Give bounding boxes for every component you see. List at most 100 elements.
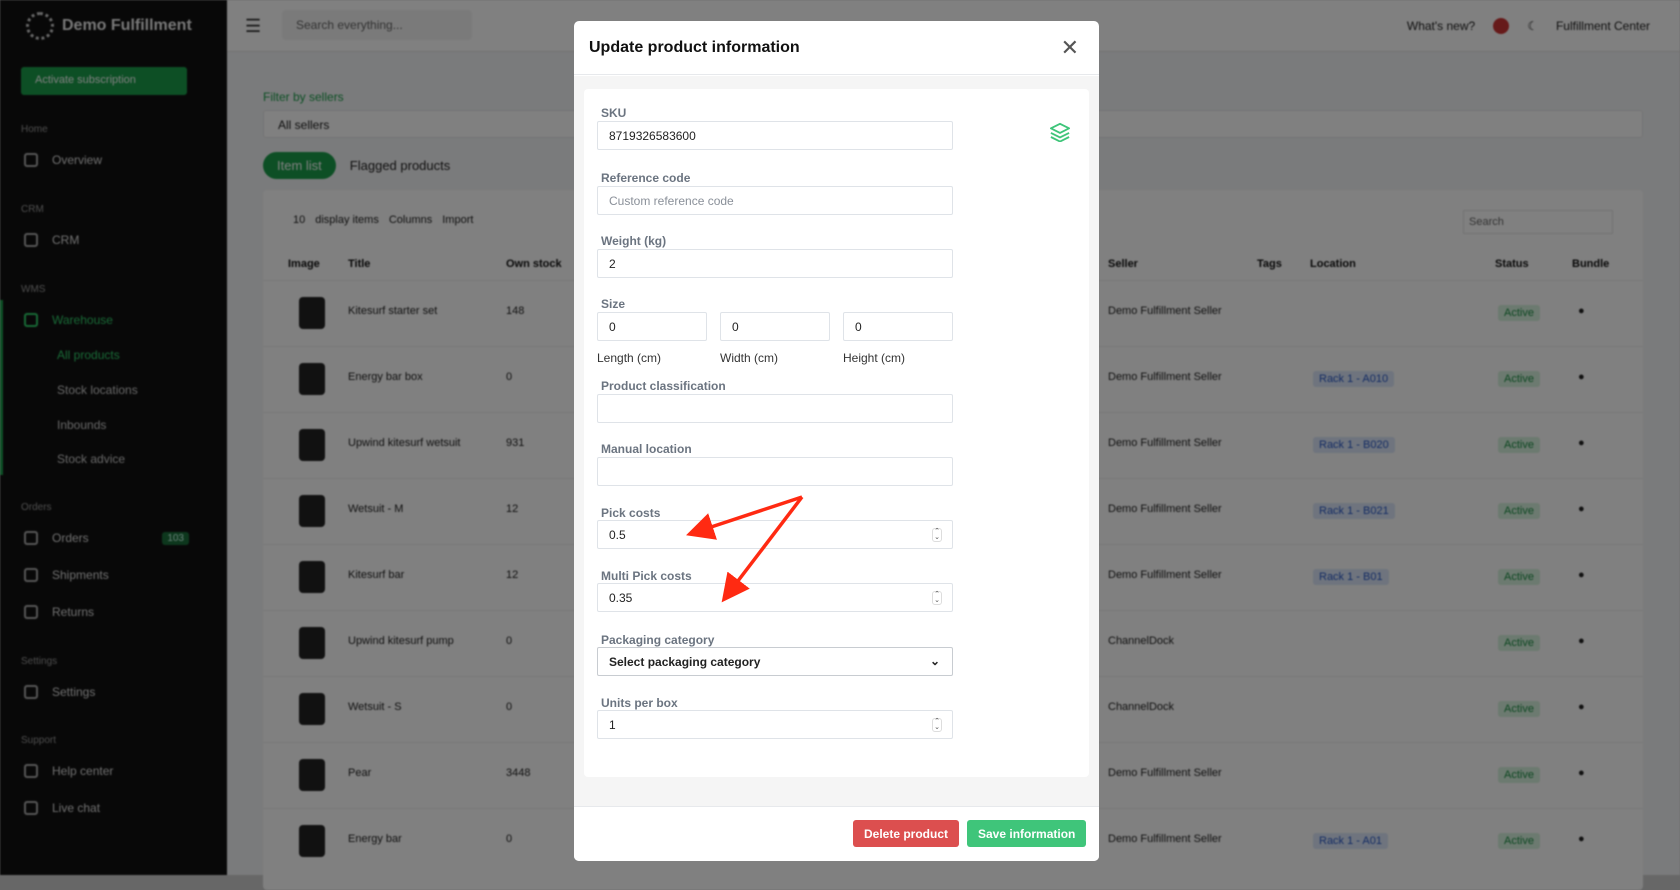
weight-input[interactable]: 2 <box>597 249 953 278</box>
stepper-icon[interactable]: ⌃ ⌄ <box>932 591 942 605</box>
active-indicator <box>0 300 3 475</box>
sidebar-item-warehouse[interactable]: Warehouse <box>24 313 209 327</box>
product-image <box>299 363 325 395</box>
height-input[interactable]: 0 <box>843 312 953 341</box>
packaging-value: Select packaging category <box>609 655 761 669</box>
save-information-button[interactable]: Save information <box>967 820 1087 847</box>
sidebar-subitem-inbounds[interactable]: Inbounds <box>57 418 106 432</box>
sku-input[interactable]: 8719326583600 <box>597 121 953 150</box>
stepper-icon[interactable]: ⌃ ⌄ <box>932 718 942 732</box>
per-page-select[interactable]: 10 <box>293 214 305 226</box>
sidebar-item-crm[interactable]: CRM <box>24 233 209 247</box>
product-image <box>299 561 325 593</box>
own-stock: 3448 <box>506 767 531 779</box>
activate-subscription-button[interactable]: Activate subscription <box>21 67 187 95</box>
packaging-label: Packaging category <box>601 633 715 647</box>
moon-icon[interactable]: ☾ <box>1527 19 1538 33</box>
product-title: Kitesurf bar <box>348 569 405 581</box>
account-menu[interactable]: Fulfillment Center <box>1556 19 1650 33</box>
whats-new-link[interactable]: What's new? <box>1407 19 1475 33</box>
seller: Demo Fulfillment Seller <box>1108 767 1222 779</box>
column-header[interactable]: Own stock <box>506 258 562 270</box>
reference-label: Reference code <box>601 171 691 185</box>
table-search-input[interactable]: Search <box>1463 210 1613 234</box>
classification-input[interactable] <box>597 394 953 423</box>
column-header[interactable]: Image <box>288 258 320 270</box>
length-label: Length (cm) <box>597 351 662 365</box>
sidebar-item-help[interactable]: Help center <box>24 764 209 778</box>
packaging-category-select[interactable]: Select packaging category ⌄ <box>597 647 953 676</box>
global-search-input[interactable]: Search everything... <box>282 10 472 40</box>
own-stock: 0 <box>506 701 513 713</box>
help-icon <box>24 764 38 778</box>
bundle-icon: ● <box>1578 635 1585 647</box>
column-header[interactable]: Bundle <box>1572 258 1609 270</box>
filter-label: Filter by sellers <box>263 90 344 104</box>
sidebar-item-orders[interactable]: Orders 103 <box>24 531 209 545</box>
label: Warehouse <box>52 313 113 327</box>
size-label: Size <box>601 297 626 311</box>
logo-icon <box>26 12 54 40</box>
brand-logo: Demo Fulfillment <box>26 12 192 40</box>
bundle-icon: ● <box>1578 701 1585 713</box>
seller: Demo Fulfillment Seller <box>1108 569 1222 581</box>
delete-product-button[interactable]: Delete product <box>853 820 960 847</box>
layers-icon[interactable] <box>1049 122 1071 142</box>
sidebar-item-returns[interactable]: Returns <box>24 605 209 619</box>
pick-costs-value: 0.5 <box>609 528 626 542</box>
sidebar-item-shipments[interactable]: Shipments <box>24 568 209 582</box>
sidebar-item-overview[interactable]: Overview <box>24 153 209 167</box>
units-per-box-input[interactable]: 1 ⌃ ⌄ <box>597 710 953 739</box>
stepper-icon[interactable]: ⌃ ⌄ <box>932 528 942 542</box>
pick-costs-input[interactable]: 0.5 ⌃ ⌄ <box>597 520 953 549</box>
label: CRM <box>52 233 80 247</box>
status-badge: Active <box>1498 635 1540 651</box>
product-title: Energy bar box <box>348 371 423 383</box>
columns-button[interactable]: Columns <box>389 214 432 226</box>
sidebar-item-settings[interactable]: Settings <box>24 685 209 699</box>
location-badge: Rack 1 - A010 <box>1313 371 1395 387</box>
tab-item-list[interactable]: Item list <box>263 152 336 179</box>
seller: Demo Fulfillment Seller <box>1108 437 1222 449</box>
sidebar-subitem-all-products[interactable]: All products <box>57 348 120 362</box>
close-icon[interactable]: ✕ <box>1061 36 1079 59</box>
menu-icon[interactable]: ☰ <box>245 16 261 37</box>
orders-icon <box>24 531 38 545</box>
status-badge: Active <box>1498 569 1540 585</box>
warehouse-icon <box>24 313 38 327</box>
product-title: Upwind kitesurf pump <box>348 635 454 647</box>
flag-icon[interactable] <box>1493 18 1510 34</box>
width-input[interactable]: 0 <box>720 312 830 341</box>
column-header[interactable]: Title <box>348 258 370 270</box>
column-header[interactable]: Seller <box>1108 258 1138 270</box>
column-header[interactable]: Tags <box>1257 258 1282 270</box>
status-badge: Active <box>1498 437 1540 453</box>
product-title: Energy bar <box>348 833 402 845</box>
bundle-icon: ● <box>1578 833 1585 845</box>
own-stock: 148 <box>506 305 525 317</box>
column-header[interactable]: Status <box>1495 258 1529 270</box>
location-badge: Rack 1 - B021 <box>1313 503 1395 519</box>
label: Returns <box>52 605 95 619</box>
multi-pick-costs-input[interactable]: 0.35 ⌃ ⌄ <box>597 583 953 612</box>
product-title: Wetsuit - M <box>348 503 404 515</box>
length-input[interactable]: 0 <box>597 312 707 341</box>
own-stock: 0 <box>506 635 513 647</box>
sidebar-subitem-stock-advice[interactable]: Stock advice <box>57 452 125 466</box>
user-icon <box>24 233 38 247</box>
reference-code-input[interactable]: Custom reference code <box>597 186 953 215</box>
import-button[interactable]: Import <box>442 214 473 226</box>
manual-location-input[interactable] <box>597 457 953 486</box>
label: Orders <box>52 531 89 545</box>
bundle-icon: ● <box>1578 767 1585 779</box>
sidebar-subitem-stock-locations[interactable]: Stock locations <box>57 383 138 397</box>
sidebar-item-chat[interactable]: Live chat <box>24 801 209 815</box>
section-label: WMS <box>21 284 46 295</box>
location-badge: Rack 1 - B01 <box>1313 569 1389 585</box>
seller: ChannelDock <box>1108 635 1175 647</box>
product-title: Pear <box>348 767 372 779</box>
tab-flagged[interactable]: Flagged products <box>350 158 450 173</box>
returns-icon <box>24 605 38 619</box>
classification-label: Product classification <box>601 379 726 393</box>
column-header[interactable]: Location <box>1310 258 1356 270</box>
